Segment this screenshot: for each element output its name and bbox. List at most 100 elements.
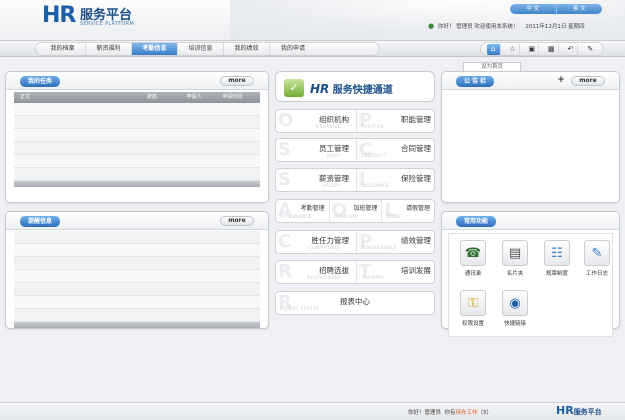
- tasks-title: 我的任务: [20, 76, 61, 87]
- func-rules[interactable]: ☷ 规章制度: [537, 240, 577, 284]
- func-quick-links[interactable]: ◉ 快捷链接: [495, 290, 535, 334]
- quick-overtime[interactable]: O 加班管理 OVERTIME: [328, 200, 382, 222]
- work-log-icon: ✎: [584, 240, 610, 266]
- quick-staff[interactable]: S 员工管理 STAFF: [276, 139, 355, 161]
- quick-row-4: A 考勤管理 ATTENDANCE O 加班管理 OVERTIME L 请假管理…: [275, 199, 435, 223]
- window-icon[interactable]: ▣: [525, 43, 540, 55]
- table-row[interactable]: [14, 155, 260, 168]
- quick-link-icon: ◉: [502, 290, 528, 316]
- quick-performance[interactable]: P 绩效管理 PERFORMANCE: [356, 231, 435, 253]
- functions-grid: ☎ 通讯录 ▤ 名片夹 ☷ 规章制度 ✎ 工作日志 ⚿ 权限设置 ◉ 快捷链接: [448, 233, 613, 337]
- quick-row-5: C 胜任力管理 COMPETENCE P 绩效管理 PERFORMANCE: [275, 230, 435, 254]
- home-icon[interactable]: ⌂: [486, 43, 501, 55]
- tasks-table: 正文 状态 申请人 申请时间: [14, 92, 260, 187]
- col-applicant: 申请人: [186, 94, 202, 100]
- contacts-icon: ☎: [460, 240, 486, 266]
- table-row[interactable]: [14, 116, 260, 129]
- quick-competence[interactable]: C 胜任力管理 COMPETENCE: [276, 231, 355, 253]
- tree-icon[interactable]: ☆: [506, 43, 520, 55]
- func-card-folder[interactable]: ▤ 名片夹: [495, 240, 535, 284]
- tasks-table-header: 正文 状态 申请人 申请时间: [14, 92, 260, 103]
- footer-status: 你好！管理员 你有待办工作（5）: [408, 410, 493, 416]
- toolbar: ⌂ ☆ ▣ ▩ ↶ ✎: [480, 42, 604, 56]
- language-switch: 中 文 英 文: [510, 4, 602, 14]
- logo: HR: [42, 3, 76, 28]
- quick-row-6: R 招聘选拔 RECRUITMENT T 培训发展 TRAINING: [275, 260, 435, 284]
- undo-icon[interactable]: ↶: [564, 43, 578, 55]
- quick-row-2: S 员工管理 STAFF C 合同管理 CONTRACT: [275, 138, 435, 162]
- lang-chinese-button[interactable]: 中 文: [510, 4, 556, 14]
- tab-my-performance[interactable]: 我的绩效: [224, 43, 270, 55]
- tab-attendance[interactable]: 考勤信息: [132, 43, 178, 55]
- func-contacts[interactable]: ☎ 通讯录: [453, 240, 493, 284]
- col-status: 状态: [146, 94, 157, 100]
- footer-user[interactable]: 管理员: [425, 410, 442, 416]
- reminders-title: 提醒信息: [20, 216, 61, 227]
- quick-row-1: O 组织机构 ORGANIZE P 职能管理 POSITION: [275, 109, 435, 133]
- quick-training[interactable]: T 培训发展 TRAINING: [356, 261, 435, 283]
- add-notice-button[interactable]: +: [555, 76, 567, 86]
- tasks-more-button[interactable]: more: [220, 76, 254, 86]
- notice-panel: 公 告 栏 + more: [441, 71, 620, 203]
- pending-work-link[interactable]: 待办工作: [456, 410, 478, 416]
- table-row[interactable]: [14, 142, 260, 155]
- card-folder-icon: ▤: [502, 240, 528, 266]
- quick-channel-title: HR 服务快捷通道: [310, 82, 393, 96]
- quick-contract[interactable]: C 合同管理 CONTRACT: [356, 139, 435, 161]
- tab-my-profile[interactable]: 我的档案: [40, 43, 86, 55]
- reminders-panel: 提醒信息 more: [5, 211, 269, 329]
- quick-leave[interactable]: L 请假管理 LEAVE: [381, 200, 434, 222]
- reminders-list-footer: [14, 322, 260, 328]
- table-row[interactable]: [14, 168, 260, 181]
- functions-panel-header: 常用功能: [442, 212, 619, 230]
- footer-logo: HR服务平台: [556, 404, 602, 417]
- quick-attendance[interactable]: A 考勤管理 ATTENDANCE: [276, 200, 329, 222]
- tasks-table-footer: [14, 181, 260, 187]
- notice-content: [450, 93, 611, 194]
- tasks-panel: 我的任务 more 正文 状态 申请人 申请时间: [5, 71, 269, 203]
- reminders-list: [14, 231, 260, 328]
- logo-subtitle: SERVICE PLATFORM: [80, 21, 135, 27]
- chart-icon: ✓: [284, 79, 304, 97]
- quick-organization[interactable]: O 组织机构 ORGANIZE: [276, 110, 355, 132]
- notice-title: 公 告 栏: [456, 76, 495, 87]
- functions-panel: 常用功能 ☎ 通讯录 ▤ 名片夹 ☷ 规章制度 ✎ 工作日志 ⚿ 权限设置 ◉ …: [441, 211, 620, 337]
- col-body: 正文: [20, 94, 31, 100]
- reminders-more-button[interactable]: more: [220, 216, 254, 226]
- list-item[interactable]: [14, 257, 260, 270]
- list-item[interactable]: [14, 270, 260, 283]
- list-item[interactable]: [14, 244, 260, 257]
- quick-salary[interactable]: S 薪资管理 SALARY: [276, 169, 355, 191]
- quick-report-center[interactable]: R 报表中心 REPORT CENTER: [276, 292, 434, 314]
- user-icon: ●: [428, 22, 435, 30]
- greeting: 你好！: [437, 24, 455, 30]
- rules-icon: ☷: [544, 240, 570, 266]
- save-icon[interactable]: ▩: [545, 43, 559, 55]
- list-item[interactable]: [14, 309, 260, 322]
- table-row[interactable]: [14, 129, 260, 142]
- table-row[interactable]: [14, 103, 260, 116]
- main-nav: 我的档案 薪资福利 考勤信息 培训信息 我的绩效 我的申请 ⌂ ☆ ▣ ▩ ↶ …: [0, 40, 625, 57]
- tab-training[interactable]: 培训信息: [178, 43, 224, 55]
- tasks-panel-header: 我的任务 more: [6, 72, 268, 90]
- lang-english-button[interactable]: 英 文: [555, 4, 603, 14]
- notice-panel-header: 公 告 栏 + more: [442, 72, 619, 90]
- tab-my-applications[interactable]: 我的申请: [270, 43, 316, 55]
- list-item[interactable]: [14, 296, 260, 309]
- edit-icon[interactable]: ✎: [583, 44, 597, 55]
- reminders-panel-header: 提醒信息 more: [6, 212, 268, 230]
- user-name[interactable]: 管理员: [456, 24, 473, 30]
- functions-title: 常用功能: [456, 216, 497, 227]
- list-item[interactable]: [14, 231, 260, 244]
- list-item[interactable]: [14, 283, 260, 296]
- quick-insurance[interactable]: I 保险管理 INSURANCE: [356, 169, 435, 191]
- notice-more-button[interactable]: more: [571, 76, 605, 86]
- nav-tabs: 我的档案 薪资福利 考勤信息 培训信息 我的绩效 我的申请: [35, 42, 380, 56]
- func-work-log[interactable]: ✎ 工作日志: [577, 240, 617, 284]
- quick-position[interactable]: P 职能管理 POSITION: [356, 110, 435, 132]
- tab-salary-benefits[interactable]: 薪资福利: [86, 43, 132, 55]
- func-permissions[interactable]: ⚿ 权限设置: [453, 290, 493, 334]
- user-bar: ● 你好！ 管理员 欢迎使用本系统！ 2011年12月1日 星期四: [428, 22, 585, 30]
- current-date: 2011年12月1日: [525, 24, 567, 30]
- quick-recruitment[interactable]: R 招聘选拔 RECRUITMENT: [276, 261, 355, 283]
